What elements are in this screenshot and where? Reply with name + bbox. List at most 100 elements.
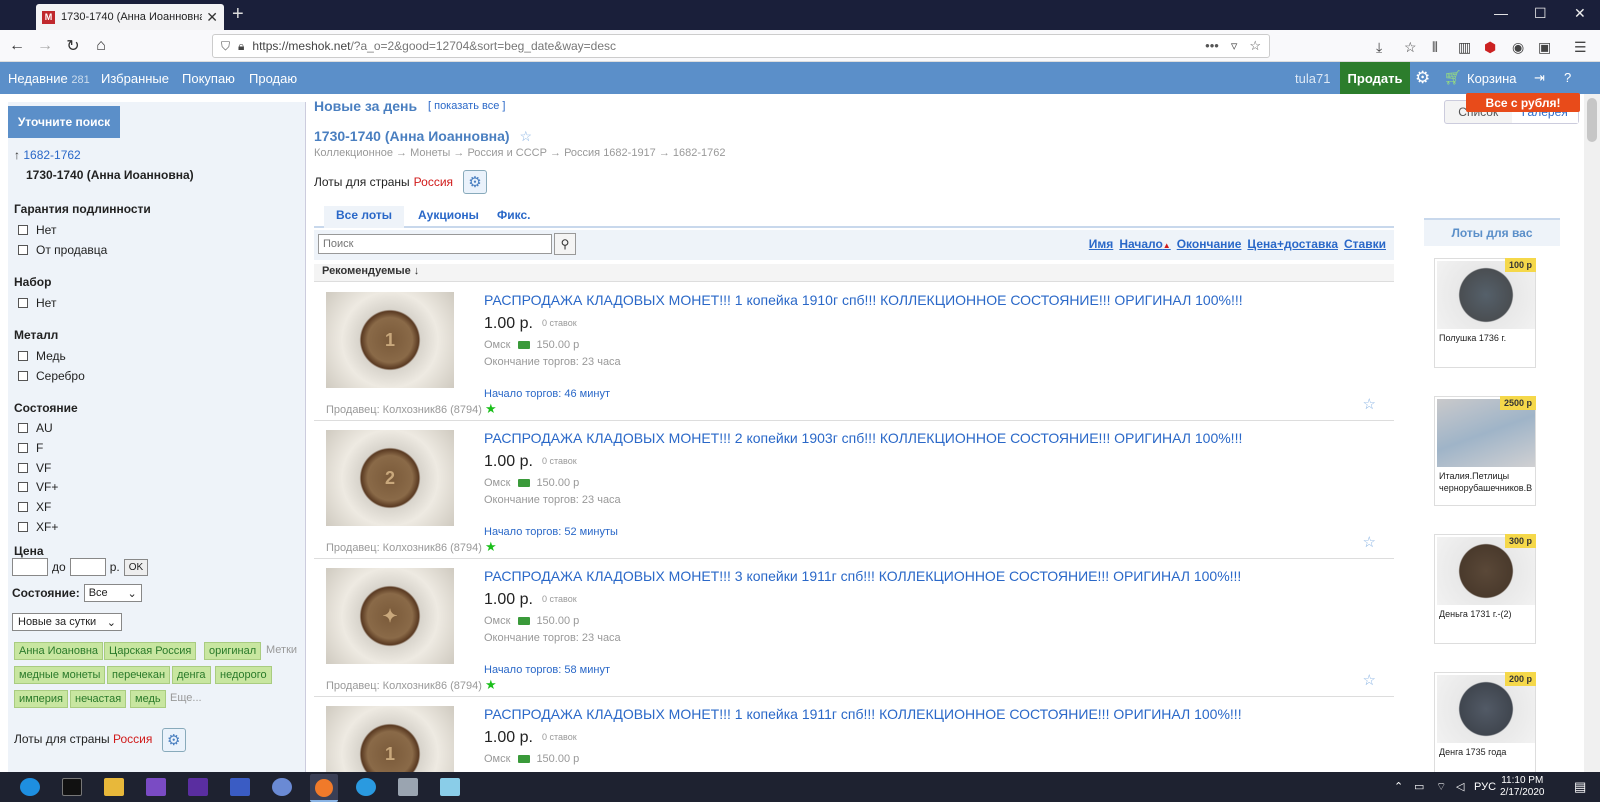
refine-search-button[interactable]: Уточните поиск: [8, 106, 120, 138]
favorite-star-icon[interactable]: ☆: [519, 128, 532, 144]
explorer-folder-icon[interactable]: [104, 778, 124, 796]
back-icon[interactable]: ←: [6, 35, 28, 57]
lot-image[interactable]: 2: [326, 430, 454, 526]
menu-icon[interactable]: ☰: [1574, 39, 1587, 56]
country-settings-gear-icon[interactable]: ⚙: [463, 170, 488, 194]
checkbox[interactable]: [18, 351, 28, 361]
recent-link[interactable]: Недавние 281: [8, 71, 90, 86]
battery-icon[interactable]: ▭: [1414, 780, 1424, 793]
checkbox[interactable]: [18, 371, 28, 381]
logout-icon[interactable]: ⇥: [1534, 70, 1545, 86]
breadcrumb-item[interactable]: Коллекционное: [314, 147, 393, 159]
watch-star-icon[interactable]: ☆: [1363, 533, 1376, 551]
watch-star-icon[interactable]: ☆: [1363, 671, 1376, 689]
lot-seller[interactable]: Продавец: Колхозник86 (8794) ★: [326, 539, 497, 555]
minimize-icon[interactable]: —: [1494, 5, 1508, 21]
filter-option[interactable]: Нет: [18, 223, 56, 237]
reload-icon[interactable]: ↻: [62, 35, 84, 57]
extension-icon[interactable]: ▣: [1538, 39, 1551, 56]
filter-option[interactable]: От продавца: [18, 243, 107, 257]
filter-option[interactable]: VF+: [18, 480, 58, 494]
filter-option[interactable]: XF+: [18, 520, 58, 534]
filter-option[interactable]: Серебро: [18, 369, 85, 383]
lot-title[interactable]: РАСПРОДАЖА КЛАДОВЫХ МОНЕТ!!! 2 копейки 1…: [484, 430, 1242, 446]
adblock-icon[interactable]: ⬢: [1484, 39, 1496, 56]
price-ok-button[interactable]: OK: [123, 558, 149, 576]
checkbox[interactable]: [18, 502, 28, 512]
lot-title[interactable]: РАСПРОДАЖА КЛАДОВЫХ МОНЕТ!!! 3 копейки 1…: [484, 568, 1241, 584]
tag[interactable]: медь: [130, 690, 166, 708]
lot-image[interactable]: ✦: [326, 568, 454, 664]
home-icon[interactable]: ⌂: [90, 35, 112, 57]
checkbox[interactable]: [18, 522, 28, 532]
checkbox[interactable]: [18, 245, 28, 255]
lot-seller[interactable]: Продавец: Колхозник86 (8794) ★: [326, 401, 497, 417]
visual-studio-icon[interactable]: [146, 778, 166, 796]
tab-auctions[interactable]: Аукционы: [418, 208, 479, 222]
user-link[interactable]: tula71: [1295, 71, 1330, 86]
input-language[interactable]: РУС: [1474, 781, 1496, 793]
tags-more-link[interactable]: Еще...: [170, 692, 202, 704]
network-app-icon[interactable]: [272, 778, 292, 796]
pocket-icon[interactable]: ▿: [1231, 38, 1238, 54]
checkbox[interactable]: [18, 482, 28, 492]
lot-search-input[interactable]: [318, 234, 552, 254]
maximize-icon[interactable]: ☐: [1534, 5, 1547, 22]
checkbox[interactable]: [18, 298, 28, 308]
search-icon[interactable]: ⚲: [554, 233, 576, 255]
edge-icon[interactable]: [20, 778, 40, 796]
recommended-lot-card[interactable]: 100 р Полушка 1736 г.: [1434, 258, 1536, 368]
lot-row[interactable]: ✦ РАСПРОДАЖА КЛАДОВЫХ МОНЕТ!!! 3 копейки…: [314, 560, 1394, 697]
sidebar-icon[interactable]: ▥: [1458, 39, 1471, 56]
sort-end[interactable]: Окончание: [1177, 237, 1242, 251]
price-from-input[interactable]: [12, 558, 48, 576]
wifi-icon[interactable]: ⌔: [1436, 780, 1446, 794]
country-settings-gear-icon[interactable]: ⚙: [161, 728, 186, 752]
close-window-icon[interactable]: ✕: [1574, 5, 1586, 22]
download-icon[interactable]: ⤓: [1376, 39, 1382, 56]
visual-studio-alt-icon[interactable]: [188, 778, 208, 796]
breadcrumb-item[interactable]: Россия и СССР: [467, 147, 547, 159]
state-select[interactable]: Все ⌄: [83, 584, 142, 602]
browser-tab[interactable]: M 1730-1740 (Анна Иоанновна) в ✕: [36, 4, 224, 30]
recommended-lot-card[interactable]: 2500 р Италия.Петлицы чернорубашечников.…: [1434, 396, 1536, 506]
close-tab-icon[interactable]: ✕: [206, 9, 218, 26]
settings-gear-icon[interactable]: ⚙: [1415, 68, 1430, 88]
category-up[interactable]: ↑ 1682-1762: [14, 148, 81, 162]
filter-option[interactable]: Медь: [18, 349, 66, 363]
bookmark-add-icon[interactable]: ☆: [1404, 39, 1417, 56]
sort-price[interactable]: Цена: [1247, 237, 1277, 251]
cart-link[interactable]: Корзина: [1467, 71, 1517, 86]
info-app-icon[interactable]: [356, 778, 376, 796]
checkbox[interactable]: [18, 423, 28, 433]
checkbox[interactable]: [18, 443, 28, 453]
tag[interactable]: недорого: [215, 666, 272, 684]
breadcrumb-item[interactable]: 1682-1762: [673, 147, 726, 159]
recommended-lot-card[interactable]: 200 р Денга 1735 года: [1434, 672, 1536, 774]
page-scrollbar[interactable]: [1584, 94, 1600, 772]
bookmark-star-icon[interactable]: ☆: [1249, 38, 1261, 54]
lot-row[interactable]: 2 РАСПРОДАЖА КЛАДОВЫХ МОНЕТ!!! 2 копейки…: [314, 422, 1394, 559]
lot-row[interactable]: 1 РАСПРОДАЖА КЛАДОВЫХ МОНЕТ!!! 1 копейка…: [314, 698, 1394, 772]
filter-option[interactable]: AU: [18, 421, 53, 435]
promo-badge[interactable]: Все с рубля!: [1466, 93, 1580, 112]
filter-option[interactable]: Нет: [18, 296, 56, 310]
tray-chevron-icon[interactable]: ⌃: [1394, 780, 1403, 793]
lot-image[interactable]: 1: [326, 706, 454, 772]
terminal-icon[interactable]: [62, 778, 82, 796]
filter-option[interactable]: F: [18, 441, 43, 455]
scrollbar-thumb[interactable]: [1587, 98, 1597, 142]
firefox-taskbar-icon[interactable]: [310, 774, 338, 802]
notepad-icon[interactable]: [440, 778, 460, 796]
sort-delivery[interactable]: +доставка: [1277, 237, 1338, 251]
tag[interactable]: медные монеты: [14, 666, 106, 684]
tab-all-lots[interactable]: Все лоты: [324, 206, 404, 228]
volume-icon[interactable]: ◁: [1456, 780, 1464, 793]
recommended-lot-name[interactable]: Италия.Петлицы чернорубашечников.В: [1439, 470, 1535, 494]
show-all-link[interactable]: [ показать все ]: [428, 100, 505, 112]
library-icon[interactable]: ⫴: [1432, 39, 1438, 56]
tag[interactable]: Царская Россия: [104, 642, 197, 660]
period-select[interactable]: Новые за сутки ⌄: [12, 613, 122, 631]
notifications-icon[interactable]: ▤: [1574, 779, 1586, 795]
recommended-lot-name[interactable]: Денга 1735 года: [1439, 746, 1535, 758]
